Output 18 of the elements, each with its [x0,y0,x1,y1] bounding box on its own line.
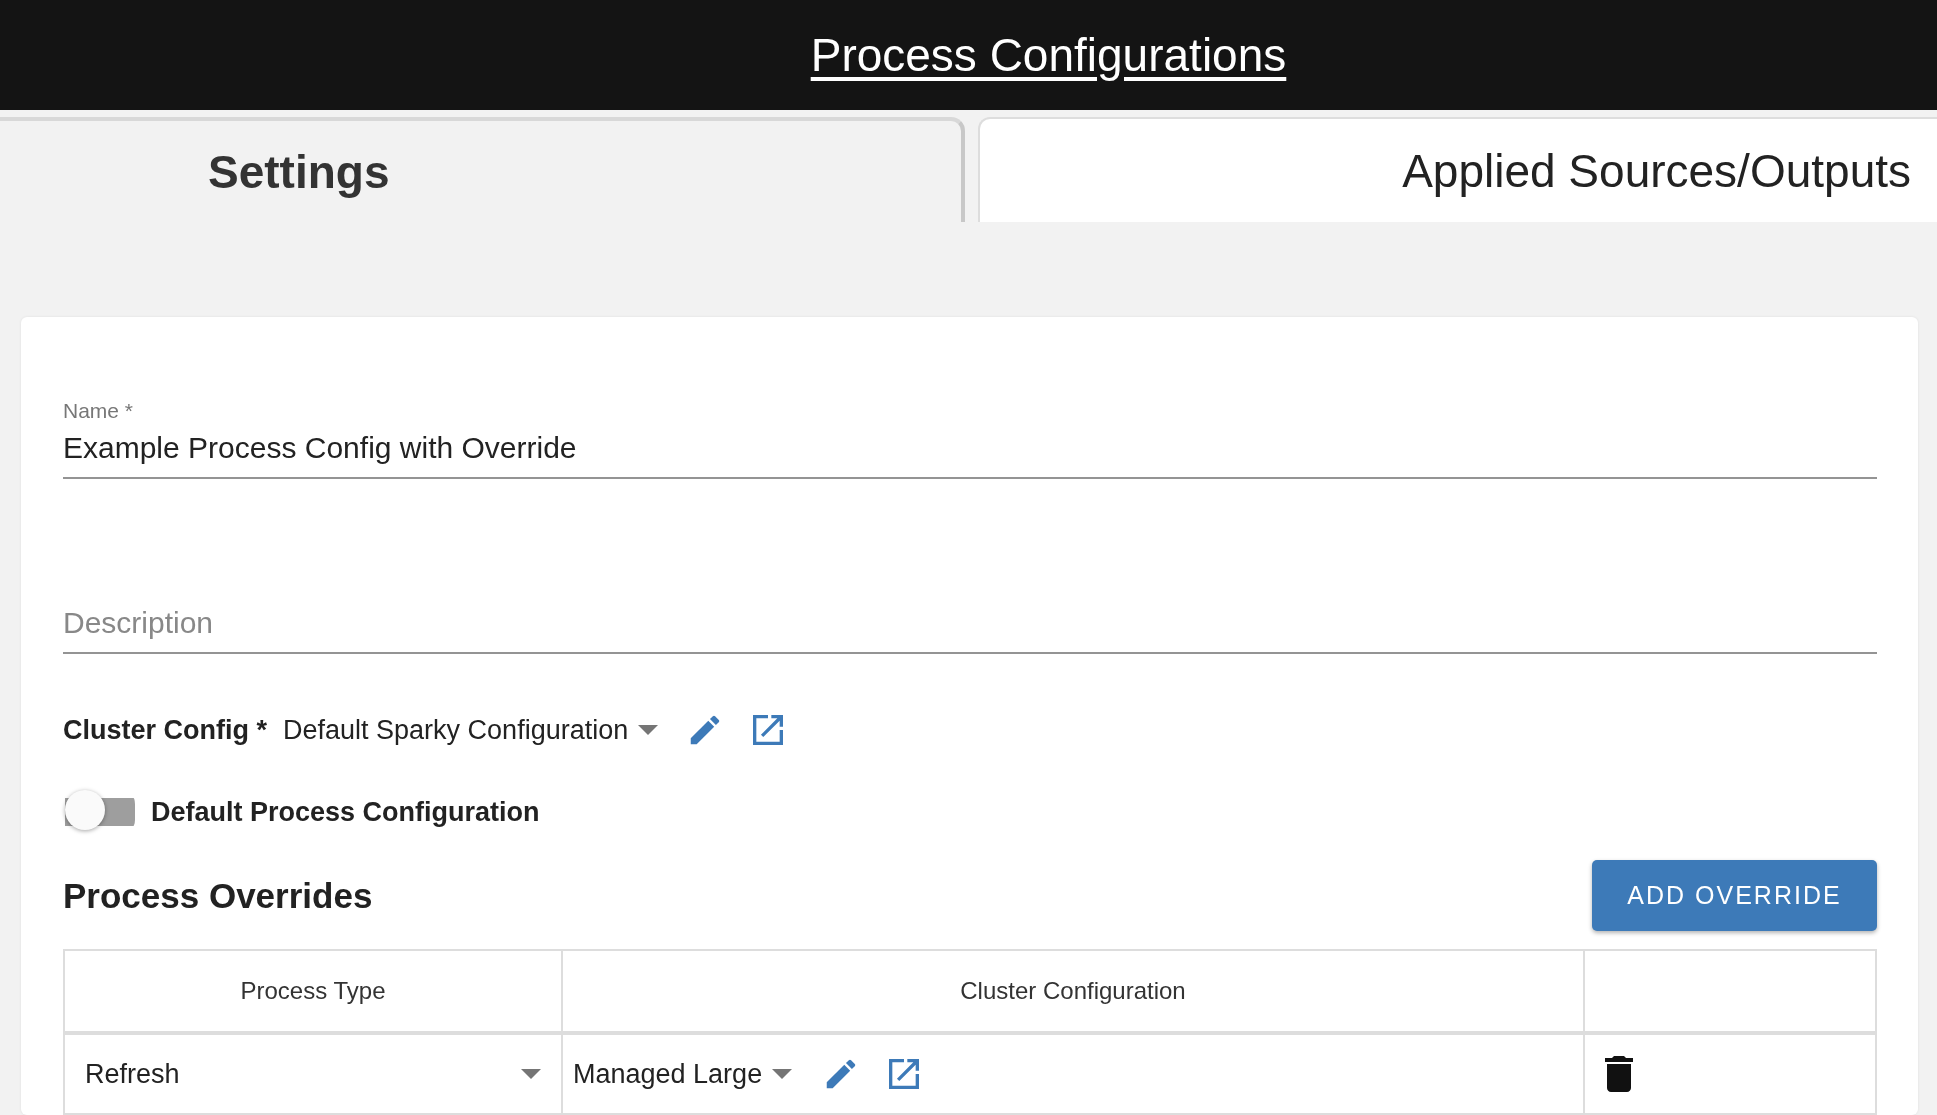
page-title-link[interactable]: Process Configurations [650,28,1287,82]
name-field[interactable]: Example Process Config with Override [63,423,1877,479]
cluster-config-select[interactable]: Default Sparky Configuration [283,714,659,746]
caret-icon [772,1069,793,1079]
column-header: Process Type [64,950,562,1033]
tab[interactable]: Settings [0,117,965,222]
add-override-button[interactable]: ADD OVERRIDE [1592,860,1877,931]
section-heading: Process Overrides [63,875,373,916]
delete-trash-icon[interactable] [1605,1056,1633,1092]
tab[interactable]: Applied Sources/Outputs [978,117,1937,222]
column-header: Cluster Configuration [562,950,1584,1033]
cluster-config-label: Cluster Config * [63,714,267,746]
toggle-label: Default Process Configuration [151,796,540,828]
caret-icon [521,1069,541,1079]
cluster-configuration-select[interactable]: Managed Large [573,1058,793,1090]
field-label: Name * [63,399,135,423]
description-field[interactable]: Description [63,598,1877,654]
caret-icon [638,725,659,735]
